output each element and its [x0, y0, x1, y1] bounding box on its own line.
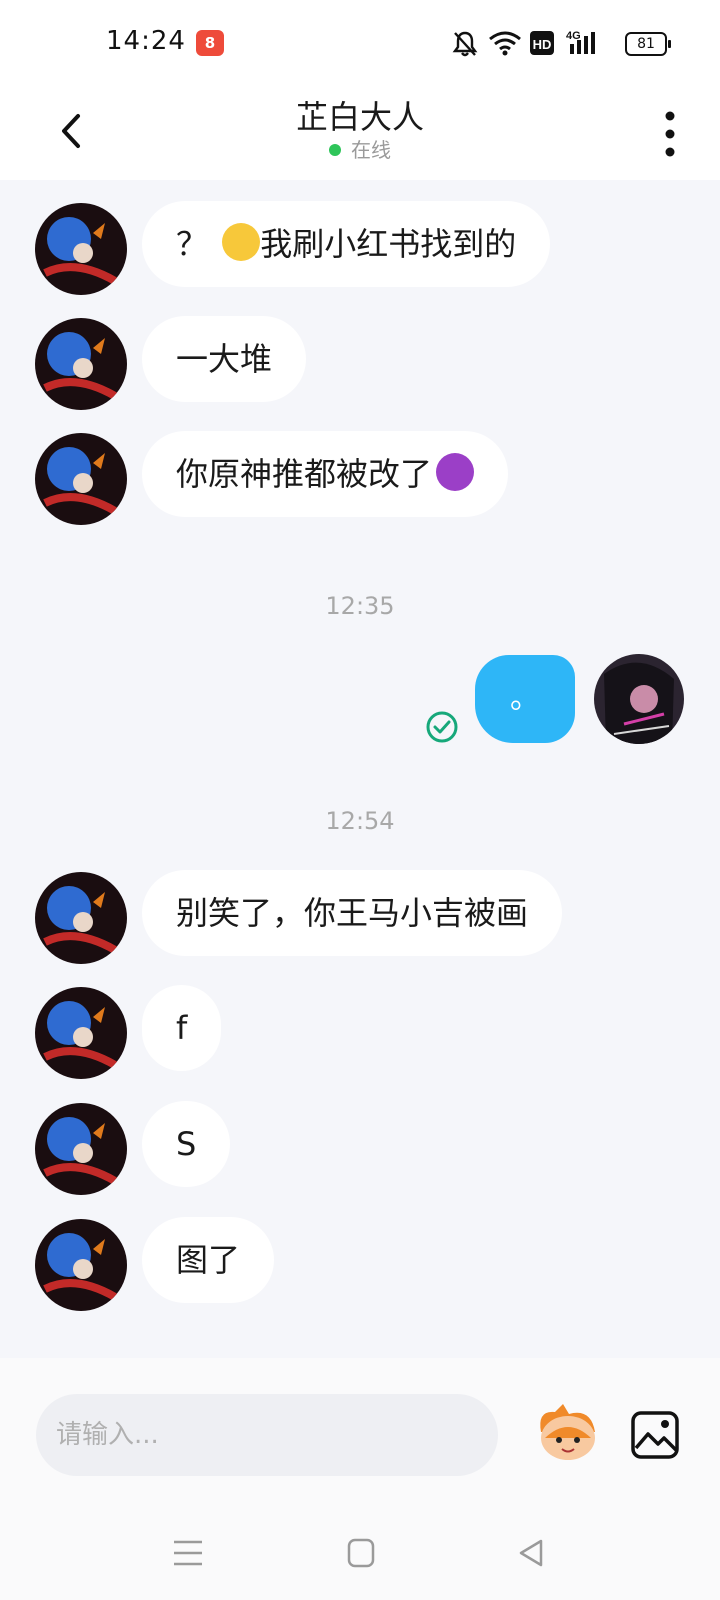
message-text: 。	[510, 681, 540, 716]
message-bubble[interactable]: 你原神推都被改了	[142, 431, 509, 517]
message-text: f	[176, 1009, 188, 1047]
wifi-icon	[489, 31, 521, 56]
back-nav-icon[interactable]	[517, 1538, 545, 1568]
contact-avatar[interactable]	[35, 318, 127, 410]
message-bubble[interactable]: S	[142, 1101, 231, 1187]
fearful-face-icon	[222, 223, 261, 261]
contact-avatar[interactable]	[35, 1219, 127, 1311]
battery-icon: 81	[625, 32, 671, 56]
more-options-icon[interactable]	[650, 104, 690, 164]
contact-avatar[interactable]	[35, 872, 127, 964]
cellular-signal-icon: 4G	[566, 30, 595, 54]
presence-status: 在线	[0, 134, 720, 163]
status-bar: 14:24 8 HD 4G 81	[0, 0, 720, 88]
message-bubble[interactable]: 图了	[142, 1217, 275, 1303]
angry-devil-icon	[436, 453, 475, 491]
contact-avatar[interactable]	[35, 1103, 127, 1195]
home-icon[interactable]	[347, 1538, 375, 1568]
message-bubble[interactable]: 一大堆	[142, 316, 307, 402]
online-dot-icon	[329, 143, 341, 156]
message-text: 你原神推都被改了	[176, 455, 433, 493]
menu-icon[interactable]	[172, 1538, 204, 1568]
message-input[interactable]	[36, 1394, 498, 1476]
message-bubble[interactable]: ？ 我刷小红书找到的	[142, 201, 551, 287]
sticker-mascot-icon[interactable]	[533, 1402, 603, 1464]
timestamp-separator: 12:54	[325, 807, 395, 835]
chat-title: 芷白大人	[295, 98, 424, 136]
contact-avatar[interactable]	[35, 203, 127, 295]
contact-avatar[interactable]	[35, 433, 127, 525]
image-picker-icon[interactable]	[630, 1410, 680, 1460]
chat-header: 芷白大人 在线	[0, 88, 720, 180]
message-text: 别笑了，你王马小吉被画	[176, 894, 529, 932]
message-text: 一大堆	[176, 340, 273, 378]
svg-text:HD: HD	[533, 37, 552, 52]
sent-message-bubble[interactable]: 。	[475, 655, 575, 743]
presence-label: 在线	[351, 138, 391, 162]
status-time: 14:24	[106, 26, 186, 56]
mute-bell-icon	[452, 31, 478, 57]
hd-icon: HD	[530, 31, 554, 55]
timestamp-separator: 12:35	[325, 592, 395, 620]
my-avatar[interactable]	[594, 654, 684, 744]
message-text: S	[176, 1125, 197, 1163]
app-notification-icon: 8	[196, 30, 224, 56]
message-text: ？	[176, 225, 209, 263]
system-nav-bar	[0, 1500, 720, 1600]
sent-check-icon	[426, 711, 458, 743]
message-text: 图了	[176, 1241, 241, 1279]
message-bubble[interactable]: 别笑了，你王马小吉被画	[142, 870, 563, 956]
message-text: 我刷小红书找到的	[260, 225, 517, 263]
message-bubble[interactable]: f	[142, 985, 222, 1071]
contact-avatar[interactable]	[35, 987, 127, 1079]
